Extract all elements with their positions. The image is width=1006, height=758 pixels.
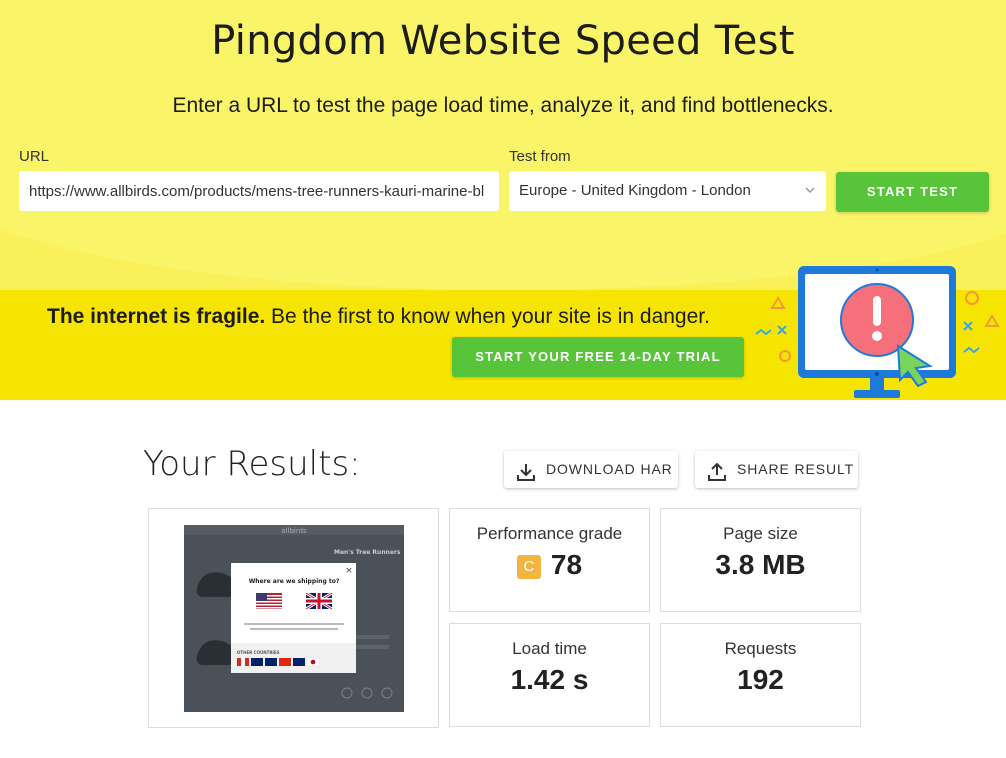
performance-grade-value-row: C 78 — [450, 549, 649, 581]
download-har-label: DOWNLOAD HAR — [546, 461, 673, 477]
requests-label: Requests — [724, 639, 797, 658]
page-title: Pingdom Website Speed Test — [211, 18, 795, 64]
page-size-label: Page size — [723, 524, 798, 543]
requests-card: Requests 192 — [660, 623, 861, 727]
page-size-card: Page size 3.8 MB — [660, 508, 861, 612]
test-from-label: Test from — [509, 148, 571, 165]
chevron-down-icon — [804, 171, 816, 227]
test-location-select[interactable]: Europe - United Kingdom - London — [509, 171, 826, 211]
load-time-label: Load time — [512, 639, 587, 658]
requests-value: 192 — [737, 664, 784, 695]
screenshot-product: Men's Tree Runners — [334, 549, 401, 556]
share-result-label: SHARE RESULT — [737, 461, 855, 477]
share-result-button[interactable]: SHARE RESULT — [695, 451, 858, 488]
page-subtitle: Enter a URL to test the page load time, … — [172, 94, 834, 117]
load-time-value: 1.42 s — [510, 664, 589, 695]
results-title: Your Results: — [143, 444, 361, 484]
grade-badge: C — [516, 555, 541, 579]
share-icon — [707, 459, 727, 496]
banner-bold-text: The internet is fragile. — [47, 305, 266, 328]
free-trial-button[interactable]: START YOUR FREE 14-DAY TRIAL — [452, 337, 744, 377]
monitor-alert-illustration — [755, 266, 1000, 398]
start-test-button[interactable]: START TEST — [836, 172, 989, 212]
page-screenshot: allbirds Men's Tree Runners × Where are … — [184, 525, 404, 712]
hero-section: Pingdom Website Speed Test Enter a URL t… — [0, 0, 1006, 400]
us-flag-icon — [256, 593, 282, 609]
svg-text:×: × — [345, 566, 353, 576]
download-icon — [516, 459, 536, 496]
load-time-card: Load time 1.42 s — [449, 623, 650, 727]
banner-normal-text: Be the first to know when your site is i… — [265, 305, 710, 328]
test-location-value: Europe - United Kingdom - London — [519, 182, 751, 199]
url-input[interactable] — [19, 171, 499, 211]
banner-text: The internet is fragile. Be the first to… — [47, 305, 710, 329]
page-screenshot-card: allbirds Men's Tree Runners × Where are … — [148, 508, 439, 728]
screenshot-other-countries: OTHER COUNTRIES — [237, 650, 280, 655]
uk-flag-icon — [305, 591, 333, 611]
download-har-button[interactable]: DOWNLOAD HAR — [504, 451, 678, 488]
page-size-value: 3.8 MB — [715, 549, 806, 580]
screenshot-popup-title: Where are we shipping to? — [249, 578, 340, 585]
url-label: URL — [19, 148, 50, 165]
performance-score: 78 — [550, 549, 583, 580]
screenshot-brand: allbirds — [281, 527, 307, 535]
performance-grade-label: Performance grade — [476, 524, 623, 543]
performance-grade-card: Performance grade C 78 — [449, 508, 650, 612]
